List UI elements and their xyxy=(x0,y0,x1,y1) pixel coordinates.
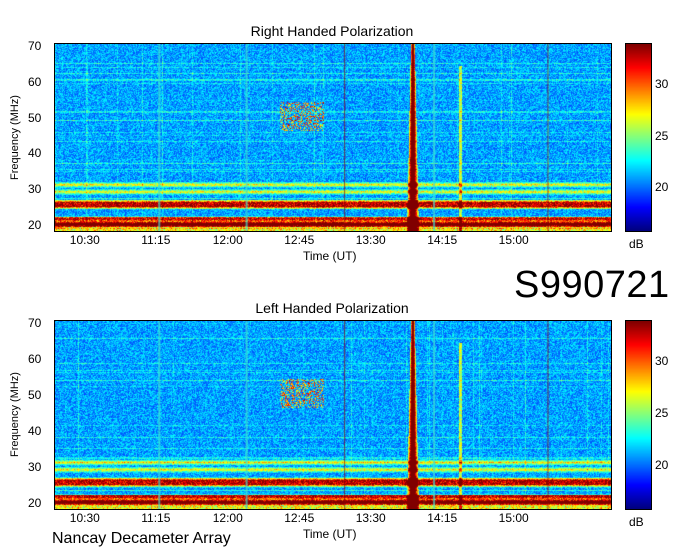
y-tick-label: 20 xyxy=(28,218,42,233)
x-tick-label: 11:15 xyxy=(141,511,171,525)
spectrogram-right xyxy=(54,43,612,232)
x-tick-label: 11:15 xyxy=(141,233,171,247)
y-tick-label: 40 xyxy=(28,424,42,439)
y-tick-label: 50 xyxy=(28,110,42,125)
y-tick-label: 60 xyxy=(28,351,42,366)
x-tick-label: 12:45 xyxy=(284,233,315,247)
y-tick-label: 30 xyxy=(28,460,42,475)
y-tick-label: 20 xyxy=(28,496,42,511)
y-axis-label: Frequency (MHz) xyxy=(9,372,21,457)
spectrogram-left xyxy=(54,320,612,510)
y-tick-label: 50 xyxy=(28,387,42,402)
footer-label: Nancay Decameter Array xyxy=(52,530,231,547)
colorbar-left xyxy=(625,320,652,510)
x-tick-label: 12:00 xyxy=(212,511,243,525)
colorbar-right xyxy=(625,43,652,232)
x-tick-label: 14:15 xyxy=(427,233,458,247)
chart-title: Right Handed Polarization xyxy=(250,23,414,39)
x-tick-label: 14:15 xyxy=(427,511,458,525)
x-tick-label: 10:30 xyxy=(69,511,100,525)
x-tick-label: 10:30 xyxy=(69,233,100,247)
y-tick-label: 70 xyxy=(28,315,42,330)
x-tick-label: 15:00 xyxy=(498,511,529,525)
colorbar-tick-label: 25 xyxy=(655,406,669,420)
colorbar-tick-label: 20 xyxy=(655,458,669,473)
colorbar-tick-label: 25 xyxy=(655,128,669,143)
colorbar-tick-label: 30 xyxy=(655,353,669,368)
colorbar-unit: dB xyxy=(629,237,644,251)
colorbar-tick-label: 20 xyxy=(655,180,669,195)
x-axis-label: Time (UT) xyxy=(303,249,357,263)
chart-title: Left Handed Polarization xyxy=(255,300,409,316)
y-tick-label: 70 xyxy=(28,38,42,53)
x-tick-label: 12:00 xyxy=(212,233,243,247)
colorbar-tick-label: 30 xyxy=(655,76,669,91)
x-tick-label: 15:00 xyxy=(498,233,529,247)
x-axis-label: Time (UT) xyxy=(303,527,357,541)
y-tick-label: 40 xyxy=(28,146,42,161)
y-tick-label: 30 xyxy=(28,182,42,197)
x-tick-label: 13:30 xyxy=(355,233,386,247)
colorbar-unit: dB xyxy=(629,515,644,529)
dataset-id: S990721 xyxy=(514,264,670,306)
x-tick-label: 12:45 xyxy=(284,511,315,525)
x-tick-label: 13:30 xyxy=(355,511,386,525)
y-axis-label: Frequency (MHz) xyxy=(9,95,21,180)
y-tick-label: 60 xyxy=(28,74,42,89)
